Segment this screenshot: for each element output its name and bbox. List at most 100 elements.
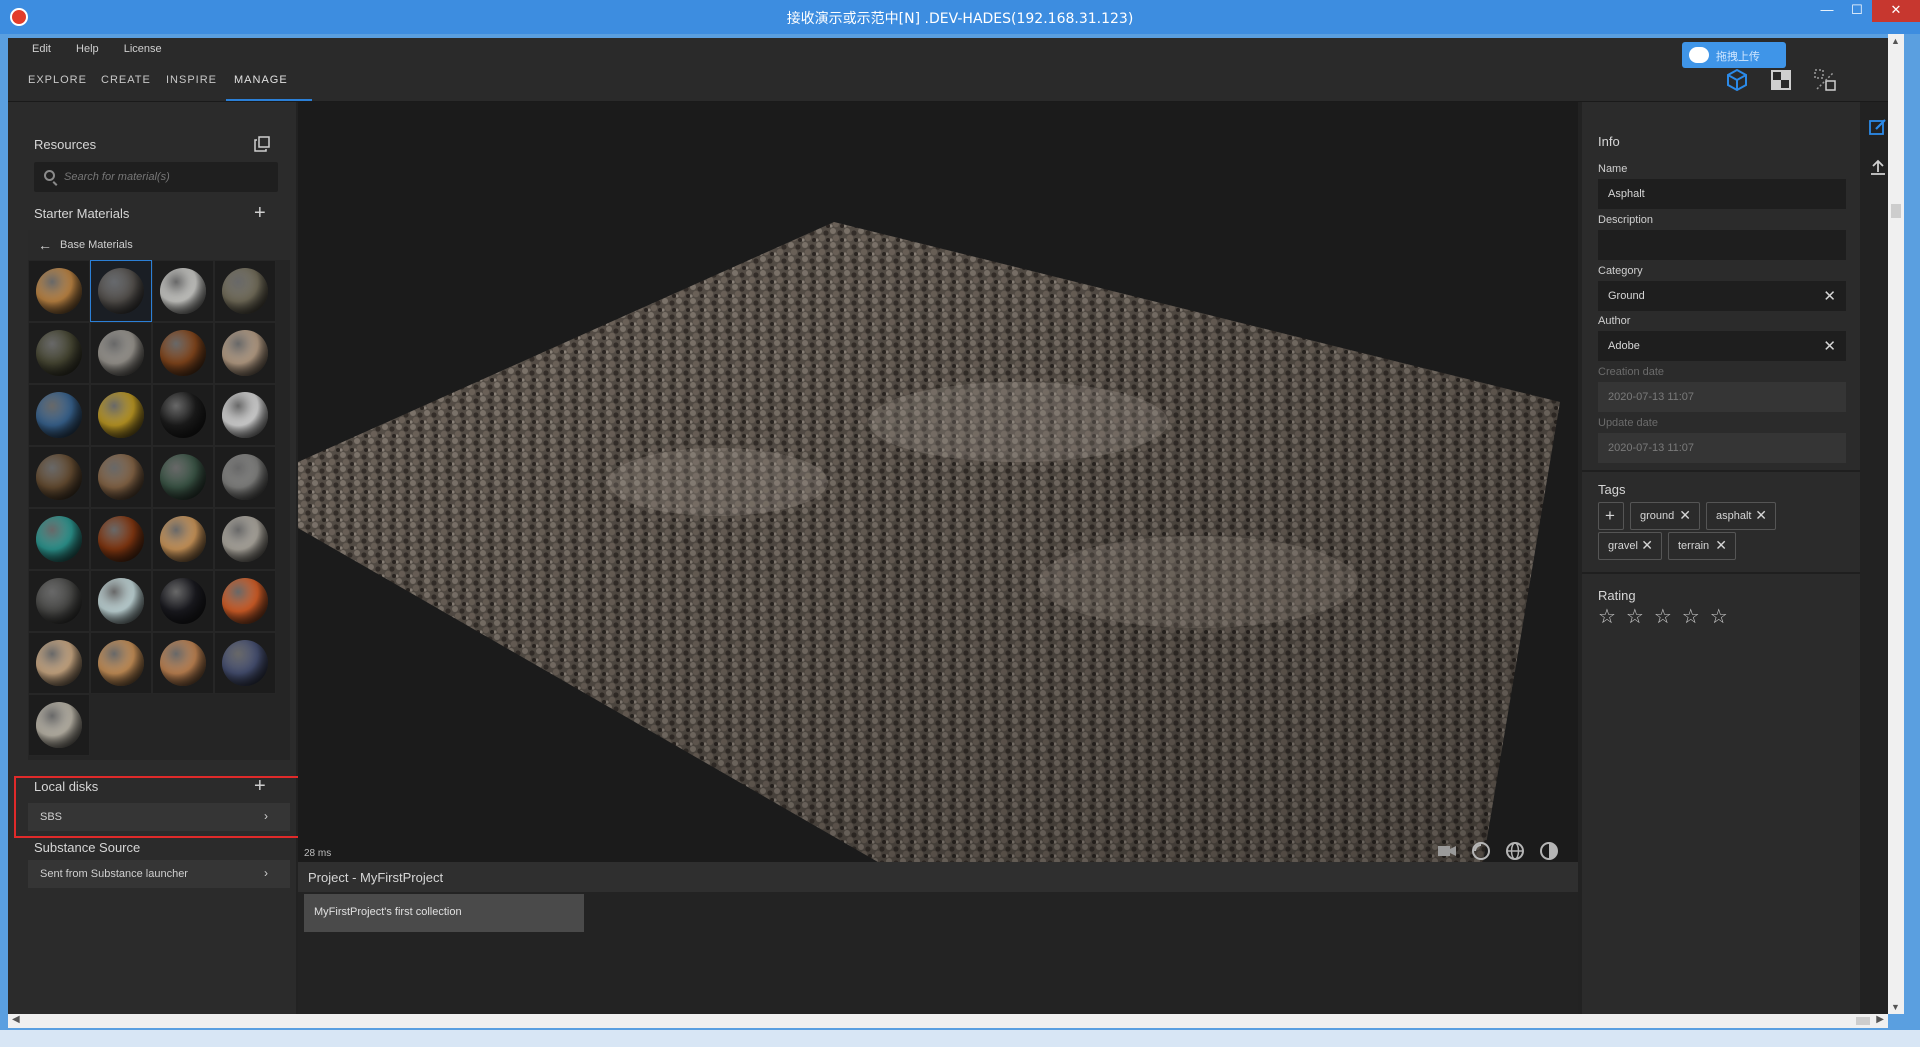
export-icon[interactable] <box>1869 158 1887 176</box>
local-disk-item-sbs[interactable]: SBS › <box>28 803 290 831</box>
material-tile[interactable] <box>152 322 214 384</box>
3d-view-icon[interactable] <box>1724 67 1750 93</box>
scroll-right-icon[interactable]: ▶ <box>1876 1014 1884 1025</box>
creation-date-value: 2020-07-13 11:07 <box>1608 391 1695 403</box>
scroll-up-icon[interactable]: ▲ <box>1891 36 1900 46</box>
menu-license[interactable]: License <box>114 38 174 55</box>
3d-viewport[interactable]: 28 ms <box>298 102 1578 862</box>
material-tile[interactable] <box>214 384 276 446</box>
material-tile[interactable] <box>28 384 90 446</box>
tab-manage[interactable]: MANAGE <box>234 74 288 86</box>
material-tile[interactable] <box>152 632 214 694</box>
material-tile[interactable] <box>152 508 214 570</box>
rating-stars[interactable]: ☆☆☆☆☆ <box>1598 604 1738 629</box>
material-tile[interactable] <box>28 508 90 570</box>
material-sphere <box>98 640 144 686</box>
split-view-icon[interactable] <box>1812 67 1838 93</box>
material-tile[interactable] <box>90 322 152 384</box>
vertical-scrollbar[interactable]: ▲ ▼ <box>1888 34 1904 1014</box>
category-field[interactable]: Ground ✕ <box>1598 281 1846 311</box>
material-tile[interactable] <box>214 446 276 508</box>
edit-icon[interactable] <box>1869 118 1887 136</box>
camera-icon[interactable] <box>1436 840 1458 862</box>
close-button[interactable]: ✕ <box>1872 0 1920 22</box>
remove-tag-icon[interactable]: ✕ <box>1755 507 1767 524</box>
scroll-thumb[interactable] <box>1856 1017 1870 1025</box>
material-tile[interactable] <box>28 260 90 322</box>
clear-category-icon[interactable]: ✕ <box>1823 287 1836 305</box>
creation-date-field: 2020-07-13 11:07 <box>1598 382 1846 412</box>
material-tile[interactable] <box>90 508 152 570</box>
collection-card[interactable]: MyFirstProject's first collection <box>304 894 584 932</box>
material-tile[interactable] <box>28 446 90 508</box>
material-tile[interactable] <box>28 570 90 632</box>
author-label: Author <box>1598 315 1631 327</box>
window-controls: — ☐ ✕ <box>1812 0 1920 22</box>
tag-gravel[interactable]: gravel ✕ <box>1598 532 1662 560</box>
globe-icon[interactable] <box>1504 840 1526 862</box>
material-tile[interactable] <box>28 632 90 694</box>
menu-edit[interactable]: Edit <box>8 38 63 55</box>
material-tile[interactable] <box>214 260 276 322</box>
material-sphere <box>98 330 144 376</box>
breadcrumb[interactable]: ← Base Materials <box>28 230 290 260</box>
scroll-thumb[interactable] <box>1891 204 1901 218</box>
minimize-button[interactable]: — <box>1812 0 1842 22</box>
tab-explore[interactable]: EXPLORE <box>28 74 87 86</box>
material-tile[interactable] <box>214 632 276 694</box>
tab-inspire[interactable]: INSPIRE <box>166 74 217 86</box>
material-tile[interactable] <box>152 446 214 508</box>
search-input[interactable]: Search for material(s) <box>34 162 278 192</box>
add-local-disk-icon[interactable]: + <box>254 776 266 796</box>
tag-terrain[interactable]: terrain ✕ <box>1668 532 1736 560</box>
remove-tag-icon[interactable]: ✕ <box>1679 507 1691 524</box>
material-tile[interactable] <box>90 384 152 446</box>
remove-tag-icon[interactable]: ✕ <box>1641 537 1653 554</box>
clear-author-icon[interactable]: ✕ <box>1823 337 1836 355</box>
material-tile[interactable] <box>28 322 90 384</box>
menu-help[interactable]: Help <box>66 38 111 55</box>
shading-sphere-icon[interactable] <box>1538 840 1560 862</box>
material-tile[interactable] <box>90 632 152 694</box>
material-tile[interactable] <box>90 260 152 322</box>
add-tag-button[interactable]: + <box>1598 502 1624 530</box>
material-sphere <box>160 268 206 314</box>
source-item-launcher[interactable]: Sent from Substance launcher › <box>28 860 290 888</box>
material-tile[interactable] <box>90 570 152 632</box>
creation-date-label: Creation date <box>1598 366 1665 378</box>
material-tile[interactable] <box>152 384 214 446</box>
divider <box>1582 470 1860 472</box>
tab-create[interactable]: CREATE <box>101 74 151 86</box>
material-tile[interactable] <box>28 694 90 756</box>
name-value: Asphalt <box>1608 188 1645 200</box>
scroll-down-icon[interactable]: ▼ <box>1891 1002 1900 1012</box>
2d-view-icon[interactable] <box>1768 67 1794 93</box>
maximize-button[interactable]: ☐ <box>1842 0 1872 22</box>
upload-pill[interactable]: 拖拽上传 <box>1682 42 1786 68</box>
remove-tag-icon[interactable]: ✕ <box>1715 537 1727 554</box>
material-tile[interactable] <box>152 260 214 322</box>
local-disk-label: SBS <box>40 811 63 823</box>
plus-icon: + <box>1605 506 1615 525</box>
material-tile[interactable] <box>90 446 152 508</box>
material-tile[interactable] <box>152 570 214 632</box>
material-preview-plane <box>298 222 1560 862</box>
back-arrow-icon[interactable]: ← <box>38 237 52 253</box>
add-starter-icon[interactable]: + <box>254 203 266 223</box>
description-field[interactable] <box>1598 230 1846 260</box>
scroll-left-icon[interactable]: ◀ <box>12 1014 20 1025</box>
material-tile[interactable] <box>214 322 276 384</box>
copy-icon[interactable] <box>254 136 270 152</box>
tag-asphalt[interactable]: asphalt ✕ <box>1706 502 1776 530</box>
upload-pill-label: 拖拽上传 <box>1716 50 1760 63</box>
material-tile[interactable] <box>214 570 276 632</box>
name-field[interactable]: Asphalt <box>1598 179 1846 209</box>
horizontal-scrollbar[interactable]: ◀ ▶ <box>8 1014 1888 1028</box>
author-field[interactable]: Adobe ✕ <box>1598 331 1846 361</box>
category-value: Ground <box>1608 290 1645 302</box>
environment-icon[interactable] <box>1470 840 1492 862</box>
divider <box>1582 572 1860 574</box>
material-tile[interactable] <box>214 508 276 570</box>
material-sphere <box>160 392 206 438</box>
tag-ground[interactable]: ground ✕ <box>1630 502 1700 530</box>
